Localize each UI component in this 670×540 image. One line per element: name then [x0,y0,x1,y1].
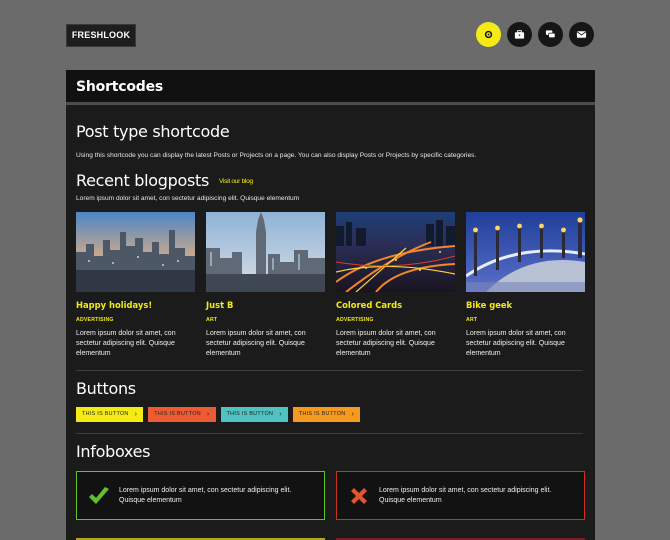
buttons-heading: Buttons [76,379,136,398]
main-content: Post type shortcode Using this shortcode… [66,105,595,540]
chevron-right-icon: › [134,411,138,418]
chevron-right-icon: › [351,411,355,418]
infobox-text: Lorem ipsum dolor sit amet, con sectetur… [119,486,292,504]
post-card: Just B ART Lorem ipsum dolor sit amet, c… [206,212,325,359]
post-thumbnail-city-skyline[interactable] [76,212,195,292]
demo-button-yellow[interactable]: THIS IS BUTTON › [76,407,144,422]
recent-heading-text: Recent blogposts [76,171,210,190]
post-card: Bike geek ART Lorem ipsum dolor sit amet… [466,212,585,359]
infobox-text: Lorem ipsum dolor sit amet, con sectetur… [379,486,552,504]
post-type-description: Using this shortcode you can display the… [76,152,477,159]
page-header: Shortcodes [66,70,595,102]
chat-icon[interactable] [538,22,563,47]
post-excerpt: Lorem ipsum dolor sit amet, con sectetur… [206,330,306,357]
post-category[interactable]: ADVERTISING [336,317,455,323]
button-label: THIS IS BUTTON [226,411,274,417]
site-logo[interactable]: FRESHLOOK [66,24,136,47]
post-card: Colored Cards ADVERTISING Lorem ipsum do… [336,212,455,359]
section-divider [76,433,583,434]
cross-icon [351,487,367,504]
visit-blog-link[interactable]: Visit our blog [219,178,253,185]
recent-blogposts-heading: Recent blogposts Visit our blog [76,171,253,190]
post-thumbnail-skyscraper[interactable] [206,212,325,292]
briefcase-icon[interactable] [507,22,532,47]
section-divider [76,370,583,371]
button-label: THIS IS BUTTON [82,411,129,417]
post-excerpt: Lorem ipsum dolor sit amet, con sectetur… [336,330,436,357]
button-label: THIS IS BUTTON [154,411,201,417]
top-icon-bar [476,22,594,47]
post-category[interactable]: ART [466,317,585,323]
post-thumbnail-bridge[interactable] [466,212,585,292]
post-category[interactable]: ADVERTISING [76,317,195,323]
demo-button-teal[interactable]: THIS IS BUTTON › [220,407,288,422]
mail-icon[interactable] [569,22,594,47]
button-label: THIS IS BUTTON [298,411,346,417]
demo-button-orange[interactable]: THIS IS BUTTON › [292,407,361,422]
post-title[interactable]: Bike geek [466,300,585,310]
post-excerpt: Lorem ipsum dolor sit amet, con sectetur… [466,330,566,357]
page-title: Shortcodes [76,79,164,95]
infoboxes-heading: Infoboxes [76,442,151,461]
infobox-error: Lorem ipsum dolor sit amet, con sectetur… [336,471,585,520]
post-grid: Happy holidays! ADVERTISING Lorem ipsum … [76,212,585,359]
post-title[interactable]: Just B [206,300,325,310]
post-type-heading: Post type shortcode [76,122,230,141]
post-title[interactable]: Happy holidays! [76,300,195,310]
infobox-success: Lorem ipsum dolor sit amet, con sectetur… [76,471,325,520]
infoboxes-row: Lorem ipsum dolor sit amet, con sectetur… [76,471,585,520]
post-card: Happy holidays! ADVERTISING Lorem ipsum … [76,212,195,359]
chevron-right-icon: › [206,411,210,418]
chevron-right-icon: › [279,411,282,418]
post-excerpt: Lorem ipsum dolor sit amet, con sectetur… [76,330,176,357]
post-thumbnail-city-night[interactable] [336,212,455,292]
checkmark-icon [89,486,109,504]
demo-button-red[interactable]: THIS IS BUTTON › [148,407,216,422]
recent-intro: Lorem ipsum dolor sit amet, con sectetur… [76,195,300,202]
gear-icon[interactable] [476,22,501,47]
post-title[interactable]: Colored Cards [336,300,455,310]
post-category[interactable]: ART [206,317,325,323]
buttons-row: THIS IS BUTTON › THIS IS BUTTON › THIS IS … [76,407,361,422]
